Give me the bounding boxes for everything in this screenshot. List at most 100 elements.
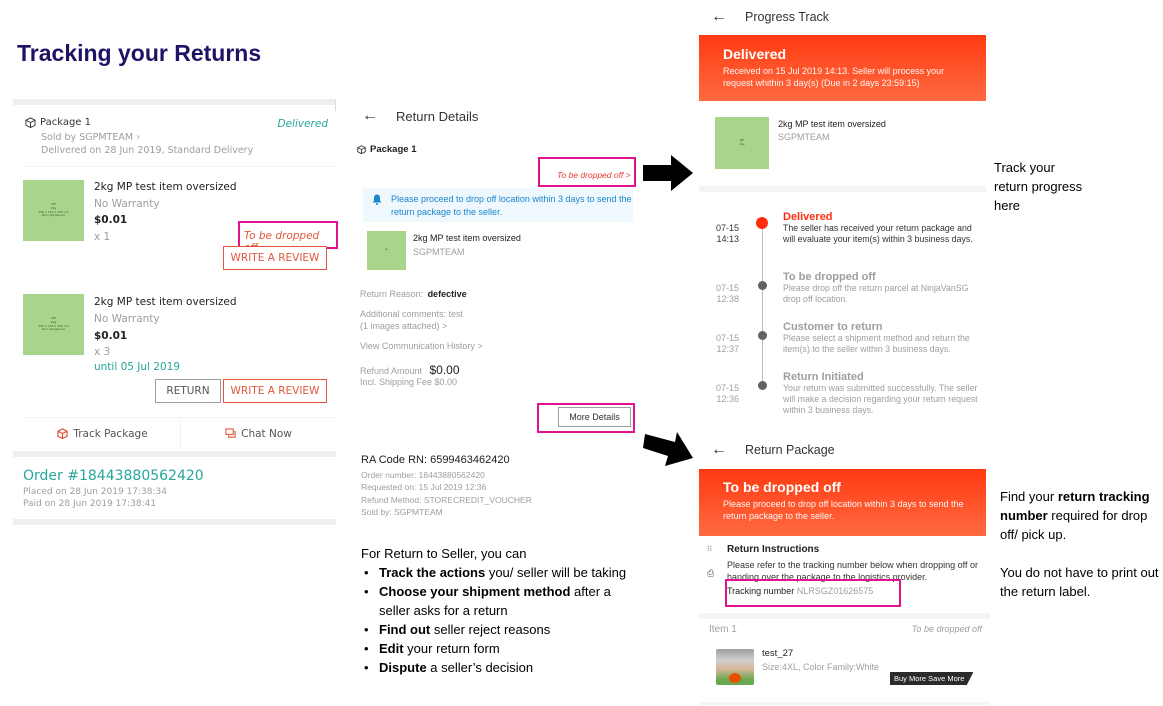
drop-off-notice: Please proceed to drop off location with… [363, 188, 633, 222]
back-arrow-icon[interactable]: ← [711, 8, 727, 26]
banner-title: To be dropped off [723, 479, 841, 495]
progress-track-panel: ← Progress Track Delivered Received on 1… [699, 0, 986, 420]
chat-icon [225, 428, 236, 438]
status-banner: Delivered Received on 15 Jul 2019 14:13.… [699, 35, 986, 101]
product-image[interactable]: MP 2kg [715, 117, 769, 169]
product-name: 2kg MP test item oversized [778, 119, 886, 129]
guide-item: Choose your shipment method after a sell… [361, 582, 636, 620]
ra-code: RA Code RN: 6599463462420 [361, 454, 510, 466]
return-until: until 05 Jul 2019 [94, 361, 181, 373]
seller-name: SGPMTEAM [778, 132, 830, 142]
timeline-title: Customer to return [783, 321, 883, 333]
chat-now-button[interactable]: Chat Now [180, 418, 336, 449]
package-header: Package 1 [25, 117, 91, 128]
write-review-button[interactable]: WRITE A REVIEW [223, 246, 327, 270]
screen-title: Return Package [745, 443, 835, 457]
screen-title: Return Details [396, 108, 479, 124]
warranty: No Warranty [94, 198, 160, 210]
product-name[interactable]: 2kg MP test item oversized [94, 296, 237, 308]
write-review-button[interactable]: WRITE A REVIEW [223, 379, 327, 403]
arrow-right-icon [643, 155, 693, 191]
timeline-timestamp: 07-15 12:36 [715, 383, 739, 405]
guide-item: Track the actions you/ seller will be ta… [361, 563, 636, 582]
guide-item: Edit your return form [361, 639, 636, 658]
timeline-dot [758, 331, 767, 340]
timeline-description: Please select a shipment method and retu… [783, 333, 970, 354]
divider [13, 519, 336, 525]
bell-icon [372, 194, 382, 205]
timeline-timestamp: 07-15 14:13 [715, 223, 739, 245]
package-label: Package 1 [40, 117, 91, 128]
shipping-fee: Incl. Shipping Fee $0.00 [360, 377, 458, 387]
page-title: Tracking your Returns [17, 40, 262, 66]
screen-title: Progress Track [745, 10, 830, 24]
additional-comments: Additional comments: test [360, 309, 464, 319]
price: $0.01 [94, 330, 128, 342]
item-status: To be dropped off [911, 624, 982, 634]
package-icon [357, 145, 366, 154]
return-reason: Return Reason: defective [360, 289, 467, 299]
product-name: 2kg MP test item oversized [413, 233, 521, 243]
images-attached-link[interactable]: (1 images attached) > [360, 321, 447, 331]
timeline-event: Return Initiated Your return was submitte… [783, 371, 983, 416]
promo-tag: Buy More Save More [890, 672, 974, 685]
timeline-event: Customer to return Please select a shipme… [783, 321, 983, 355]
timeline-timestamp: 07-15 12:37 [715, 333, 739, 355]
package-header: Package 1 [357, 144, 416, 155]
communication-history-link[interactable]: View Communication History > [360, 341, 483, 351]
delivered-on: Delivered on 28 Jun 2019, Standard Deliv… [41, 145, 254, 156]
back-arrow-icon[interactable]: ← [362, 107, 378, 125]
product-image[interactable]: MP [367, 231, 406, 270]
sold-by-link[interactable]: Sold by SGPMTEAM › [41, 132, 140, 143]
guide-intro: For Return to Seller, you can [361, 546, 527, 561]
product-name: test_27 [762, 648, 794, 659]
more-details-button[interactable]: More Details [558, 407, 631, 427]
paid-on: Paid on 28 Jun 2019 17:38:41 [23, 499, 157, 509]
progress-note: Track your return progress here [994, 160, 1083, 213]
timeline-description: The seller has received your return pack… [783, 223, 973, 244]
back-arrow-icon[interactable]: ← [711, 441, 727, 459]
timeline-dot-active [756, 217, 768, 229]
warranty: No Warranty [94, 313, 160, 325]
ra-details: RA Code RN: 6599463462420 Order number: … [361, 454, 532, 518]
scan-icon: ⁝⁝ [707, 544, 713, 553]
divider [13, 451, 336, 457]
banner-title: Delivered [723, 46, 787, 62]
placed-on: Placed on 28 Jun 2019 17:38:34 [23, 487, 167, 497]
timeline-timestamp: 07-15 12:38 [715, 283, 739, 305]
timeline-description: Please drop off the return parcel at Nin… [783, 283, 969, 304]
status-link[interactable]: To be dropped off > [557, 170, 631, 180]
track-package-button[interactable]: Track Package [25, 418, 180, 449]
product-image[interactable]: MP 2kg 150 x 150 x 150 cm Non-dangerous [23, 180, 84, 241]
guide-list: Track the actions you/ seller will be ta… [361, 563, 636, 677]
divider [13, 99, 336, 105]
timeline-line [762, 224, 763, 384]
divider [699, 702, 990, 705]
divider [699, 613, 990, 619]
tracking-note: Find your return tracking number require… [1000, 489, 1159, 599]
instructions-title: Return Instructions [727, 544, 820, 555]
banner-text: Received on 15 Jul 2019 14:13. Seller wi… [723, 66, 945, 89]
product-name[interactable]: 2kg MP test item oversized [94, 181, 237, 193]
guide-item: Dispute a seller’s decision [361, 658, 636, 677]
timeline-title: To be dropped off [783, 271, 876, 283]
return-button[interactable]: RETURN [155, 379, 221, 403]
timeline-title: Return Initiated [783, 371, 864, 383]
package-icon [25, 117, 36, 128]
seller-name: SGPMTEAM [413, 247, 465, 257]
return-guide: For Return to Seller, you can Track the … [361, 544, 636, 677]
package-status: Delivered [277, 118, 329, 130]
guide-item: Find out seller reject reasons [361, 620, 636, 639]
order-panel: Package 1 Delivered Sold by SGPMTEAM › D… [13, 99, 338, 527]
timeline-event: Delivered The seller has received your re… [783, 211, 983, 245]
product-image[interactable]: MP 2kg 150 x 150 x 150 cm Non-dangerous [23, 294, 84, 355]
order-actions: Track Package Chat Now [25, 417, 336, 449]
timeline-title: Delivered [783, 211, 833, 223]
product-image[interactable] [716, 649, 754, 685]
highlight-box [725, 579, 901, 607]
timeline-dot [758, 381, 767, 390]
divider [699, 186, 986, 192]
requested-on: Requested on: 15 Jul 2019 12:36 [361, 482, 487, 493]
quantity: x 3 [94, 346, 111, 358]
package-icon [57, 428, 69, 439]
